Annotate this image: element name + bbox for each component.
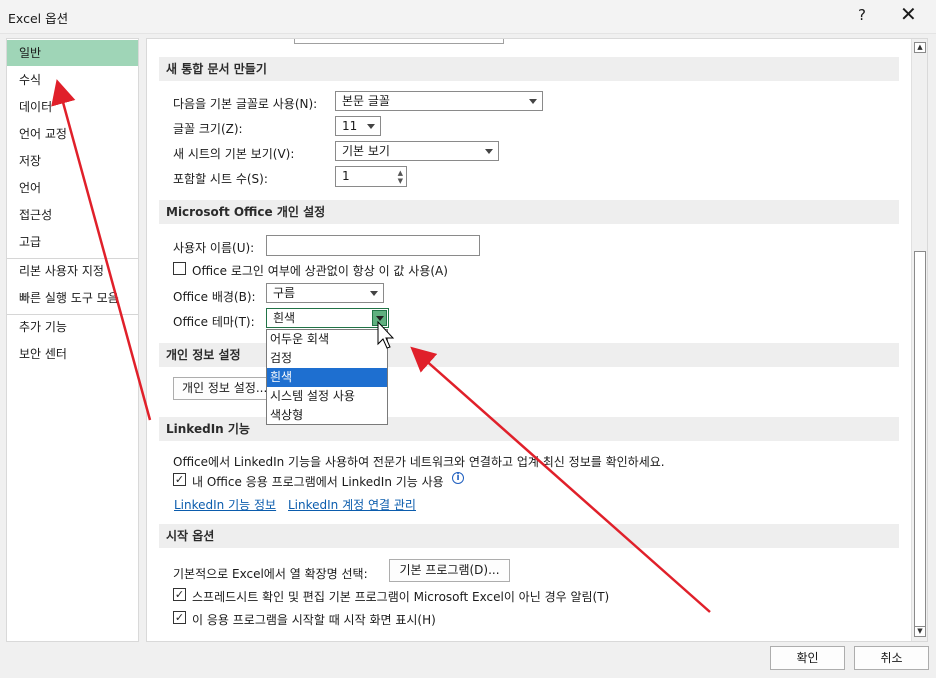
title-bar: Excel 옵션 ? ✕ [0, 0, 936, 34]
show-start-checkbox[interactable]: ✓ [173, 611, 186, 624]
nav-item-general[interactable]: 일반 [7, 40, 138, 66]
background-value: 구름 [273, 286, 296, 300]
scroll-down-icon[interactable]: ▼ [914, 626, 926, 637]
background-select[interactable]: 구름 [266, 283, 384, 303]
linkedin-manage-link[interactable]: LinkedIn 계정 연결 관리 [288, 496, 416, 513]
default-font-value: 본문 글꼴 [342, 94, 390, 108]
section-header-personalize: Microsoft Office 개인 설정 [159, 200, 899, 224]
options-content: 새 통합 문서 만들기 다음을 기본 글꼴로 사용(N): 본문 글꼴 글꼴 크… [146, 38, 928, 642]
linkedin-enable-checkbox[interactable]: ✓ [173, 473, 186, 486]
scroll-up-icon[interactable]: ▲ [914, 42, 926, 53]
default-programs-button[interactable]: 기본 프로그램(D)... [389, 559, 510, 582]
username-label: 사용자 이름(U): [173, 241, 255, 255]
ok-button[interactable]: 확인 [770, 646, 845, 670]
chevron-down-icon [376, 316, 384, 321]
font-size-select[interactable]: 11 [335, 116, 381, 136]
spin-down-icon[interactable]: ▼ [398, 177, 403, 185]
theme-dropdown-list: 어두운 회색 검정 흰색 시스템 설정 사용 색상형 [266, 329, 388, 425]
linkedin-description: Office에서 LinkedIn 기능을 사용하여 전문가 네트워크와 연결하… [173, 455, 665, 469]
nav-item-quick-access[interactable]: 빠른 실행 도구 모음 [7, 285, 138, 311]
window-title: Excel 옵션 [8, 11, 69, 26]
options-nav: 일반 수식 데이터 언어 교정 저장 언어 접근성 고급 리본 사용자 지정 빠… [6, 38, 139, 642]
nav-item-formulas[interactable]: 수식 [7, 67, 138, 93]
chevron-down-icon [367, 124, 375, 129]
theme-option-dark-gray[interactable]: 어두운 회색 [267, 330, 387, 349]
default-font-label: 다음을 기본 글꼴로 사용(N): [173, 97, 318, 111]
close-button[interactable]: ✕ [900, 2, 917, 26]
extensions-label: 기본적으로 Excel에서 열 확장명 선택: [173, 567, 368, 581]
nav-item-addins[interactable]: 추가 기능 [7, 314, 138, 340]
nav-item-advanced[interactable]: 고급 [7, 229, 138, 255]
background-label: Office 배경(B): [173, 290, 256, 304]
default-view-value: 기본 보기 [342, 144, 390, 158]
sheet-count-value: 1 [342, 169, 350, 183]
notify-checkbox[interactable]: ✓ [173, 588, 186, 601]
info-icon[interactable]: i [452, 472, 464, 484]
chevron-down-icon [529, 99, 537, 104]
theme-option-colorful[interactable]: 색상형 [267, 406, 387, 425]
nav-item-language[interactable]: 언어 [7, 175, 138, 201]
theme-option-black[interactable]: 검정 [267, 349, 387, 368]
default-view-label: 새 시트의 기본 보기(V): [173, 147, 295, 161]
sheet-count-spinner[interactable]: 1 ▲ ▼ [335, 166, 407, 187]
show-start-label: 이 응용 프로그램을 시작할 때 시작 화면 표시(H) [192, 613, 436, 627]
nav-item-accessibility[interactable]: 접근성 [7, 202, 138, 228]
font-size-value: 11 [342, 119, 358, 133]
nav-item-data[interactable]: 데이터 [7, 94, 138, 120]
help-button[interactable]: ? [858, 6, 866, 24]
default-view-select[interactable]: 기본 보기 [335, 141, 499, 161]
section-header-startup: 시작 옵션 [159, 524, 899, 548]
vertical-scrollbar[interactable]: ▲ ▼ [911, 39, 927, 641]
privacy-settings-button[interactable]: 개인 정보 설정... [173, 377, 273, 400]
chevron-down-icon [485, 149, 493, 154]
scrollbar-thumb[interactable] [914, 251, 926, 627]
theme-select[interactable]: 흰색 [266, 308, 389, 328]
theme-option-system[interactable]: 시스템 설정 사용 [267, 387, 387, 406]
theme-dropdown-button[interactable] [372, 310, 387, 326]
spin-up-icon[interactable]: ▲ [398, 169, 403, 177]
font-size-label: 글꼴 크기(Z): [173, 122, 243, 136]
default-font-select[interactable]: 본문 글꼴 [335, 91, 543, 111]
cut-off-control [294, 39, 504, 44]
nav-item-proofing[interactable]: 언어 교정 [7, 121, 138, 147]
linkedin-enable-label: 내 Office 응용 프로그램에서 LinkedIn 기능 사용 [192, 475, 444, 489]
notify-label: 스프레드시트 확인 및 편집 기본 프로그램이 Microsoft Excel이… [192, 590, 610, 604]
username-input[interactable] [266, 235, 480, 256]
section-header-new-workbook: 새 통합 문서 만들기 [159, 57, 899, 81]
always-use-label: Office 로그인 여부에 상관없이 항상 이 값 사용(A) [192, 264, 448, 278]
linkedin-about-link[interactable]: LinkedIn 기능 정보 [174, 496, 276, 513]
nav-item-save[interactable]: 저장 [7, 148, 138, 174]
always-use-checkbox[interactable] [173, 262, 186, 275]
chevron-down-icon [370, 291, 378, 296]
nav-item-trust-center[interactable]: 보안 센터 [7, 341, 138, 367]
sheet-count-label: 포함할 시트 수(S): [173, 172, 268, 186]
cancel-button[interactable]: 취소 [854, 646, 929, 670]
theme-value: 흰색 [273, 311, 296, 325]
nav-item-customize-ribbon[interactable]: 리본 사용자 지정 [7, 258, 138, 284]
theme-option-white[interactable]: 흰색 [267, 368, 387, 387]
theme-label: Office 테마(T): [173, 315, 255, 329]
